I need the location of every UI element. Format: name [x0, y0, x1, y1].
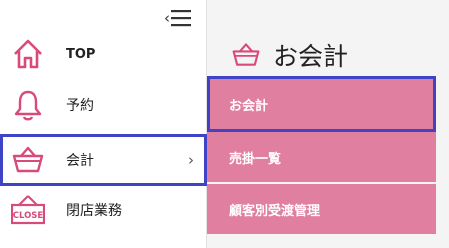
- submenu-item-receivables[interactable]: 売掛一覧: [207, 132, 436, 184]
- chevron-left-icon: ‹: [164, 8, 170, 27]
- sidebar-item-label: 予約: [66, 98, 94, 114]
- hamburger-icon: [171, 10, 191, 27]
- submenu-item-customer-delivery[interactable]: 顧客別受渡管理: [207, 184, 436, 236]
- submenu-item-checkout[interactable]: お会計: [207, 76, 436, 132]
- sidebar-item-accounting[interactable]: 会計 ›: [0, 134, 207, 186]
- bell-icon: [14, 90, 42, 121]
- chevron-right-icon: ›: [188, 151, 194, 169]
- sidebar-item-closing[interactable]: CLOSE 閉店業務: [0, 184, 207, 236]
- sidebar-item-label: 会計: [66, 153, 94, 169]
- home-icon: [14, 39, 42, 69]
- sidebar-item-reservation[interactable]: 予約: [0, 79, 207, 131]
- basket-icon: [12, 146, 44, 173]
- page-title-text: お会計: [273, 42, 349, 71]
- basket-icon: [232, 43, 260, 66]
- sidebar-collapse-button[interactable]: ‹: [164, 6, 200, 30]
- page-title: お会計: [229, 37, 348, 73]
- accounting-submenu: お会計 売掛一覧 顧客別受渡管理: [207, 76, 436, 236]
- close-sign-text: CLOSE: [13, 211, 44, 221]
- sidebar-item-top[interactable]: TOP: [0, 28, 207, 80]
- sidebar-item-label: TOP: [66, 46, 96, 62]
- close-sign-icon: CLOSE: [11, 195, 45, 225]
- sidebar: ‹ TOP 予約 会計 › CLOSE 閉店業務: [0, 0, 207, 248]
- sidebar-item-label: 閉店業務: [66, 203, 122, 219]
